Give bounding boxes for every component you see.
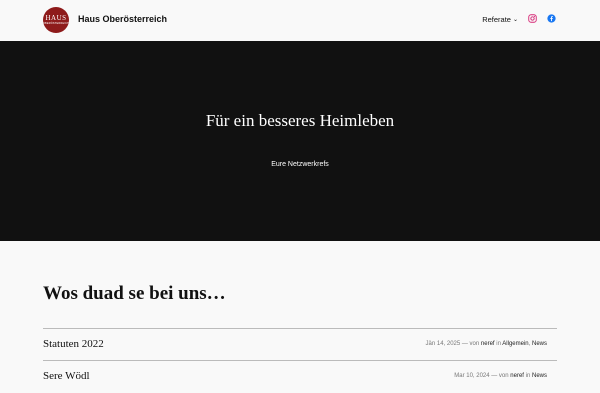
post-in: in [496,341,501,347]
logo-text-sub: OBERÖSTERREICH [42,22,70,25]
nav-item-referate[interactable]: Referate ⌄ [482,15,518,24]
post-date: Mar 10, 2024 [454,373,490,379]
post-title[interactable]: Sere Wödl [43,370,90,382]
main-nav: Referate ⌄ [482,14,556,25]
post-title[interactable]: Statuten 2022 [43,338,104,350]
post-date: Jän 14, 2025 [425,341,461,347]
site-title[interactable]: Haus Oberösterreich [78,14,167,24]
post-meta: Mar 10, 2024 — von neref in News [454,373,547,379]
site-header: HAUS OBERÖSTERREICH Haus Oberösterreich … [0,0,600,41]
post-category[interactable]: News [532,373,547,379]
instagram-icon[interactable] [528,14,537,25]
posts-heading: Wos duad se bei uns… [43,283,226,304]
facebook-icon[interactable] [547,14,556,25]
site-logo[interactable]: HAUS OBERÖSTERREICH [43,7,69,33]
hero-section: Für ein besseres Heimleben Eure Netzwerk… [0,41,600,241]
post-row: Statuten 2022 Jän 14, 2025 — von neref i… [43,328,557,361]
post-in: in [525,373,531,379]
post-author[interactable]: neref [510,373,524,379]
logo-text-main: HAUS [45,14,67,22]
post-row: Sere Wödl Mar 10, 2024 — von neref in Ne… [43,360,557,393]
chevron-down-icon: ⌄ [512,17,518,23]
post-meta: Jän 14, 2025 — von neref in Allgemein, N… [425,341,547,347]
nav-item-label: Referate [482,15,511,24]
hero-subtitle: Eure Netzwerkrefs [271,161,329,168]
hero-title: Für ein besseres Heimleben [205,111,395,130]
post-by: — von [491,373,509,379]
post-by: — von [461,341,480,347]
post-category[interactable]: News [532,341,547,347]
post-author[interactable]: neref [481,341,495,347]
post-category[interactable]: Allgemein [502,341,528,347]
